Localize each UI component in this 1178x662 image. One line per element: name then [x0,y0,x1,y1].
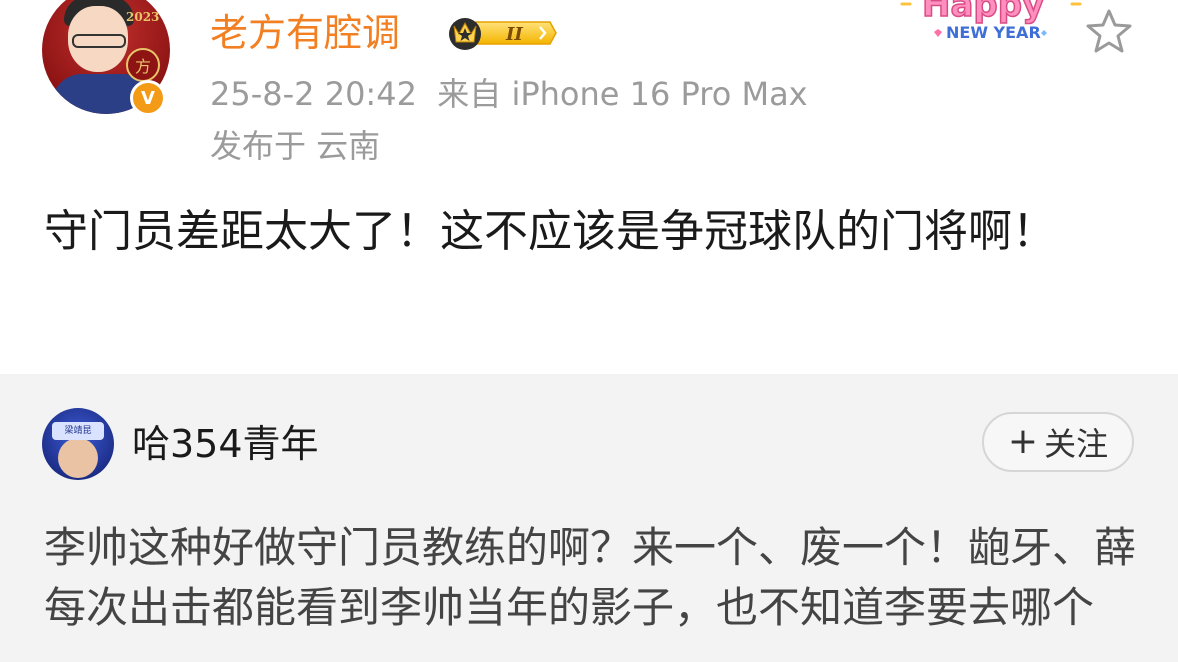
vip-level-text: II [505,24,523,45]
verified-badge-icon: V [130,80,166,116]
follow-button[interactable]: + 关注 [982,412,1134,472]
avatar-name-badge: 方 [126,48,160,82]
commenter-username[interactable]: 哈354青年 [132,418,319,470]
avatar-glasses [72,34,126,48]
post-meta: 25-8-2 20:42 来自 iPhone 16 Pro Max [210,74,808,114]
avatar-year-text: 2023 [126,10,160,24]
commenter-avatar-band: 梁靖昆 [52,422,104,440]
happy-new-year-sticker: Happy NEW YEAR [900,0,1082,42]
author-username[interactable]: 老方有腔调 [210,8,400,58]
crown-icon [449,18,481,50]
post-body-text: 守门员差距太大了！这不应该是争冠球队的门将啊！ [44,206,1056,257]
sticker-happy-text: Happy [922,0,1044,25]
commenter-avatar[interactable]: 梁靖昆 [42,408,114,480]
post-timestamp: 25-8-2 20:42 [210,75,417,113]
post-source: 来自 iPhone 16 Pro Max [437,75,808,113]
vip-crown-badge[interactable]: II [446,14,558,52]
favorite-star-icon[interactable] [1084,6,1134,56]
plus-icon: + [1007,421,1039,462]
sticker-new-year-text: NEW YEAR [946,23,1041,42]
follow-label: 关注 [1044,425,1109,463]
post-location: 发布于 云南 [210,127,381,165]
comment-body-text: 李帅这种好做守门员教练的啊？来一个、废一个！龅牙、薛每次出击都能看到李帅当年的影… [44,523,1137,632]
commenter-avatar-face [58,438,98,478]
